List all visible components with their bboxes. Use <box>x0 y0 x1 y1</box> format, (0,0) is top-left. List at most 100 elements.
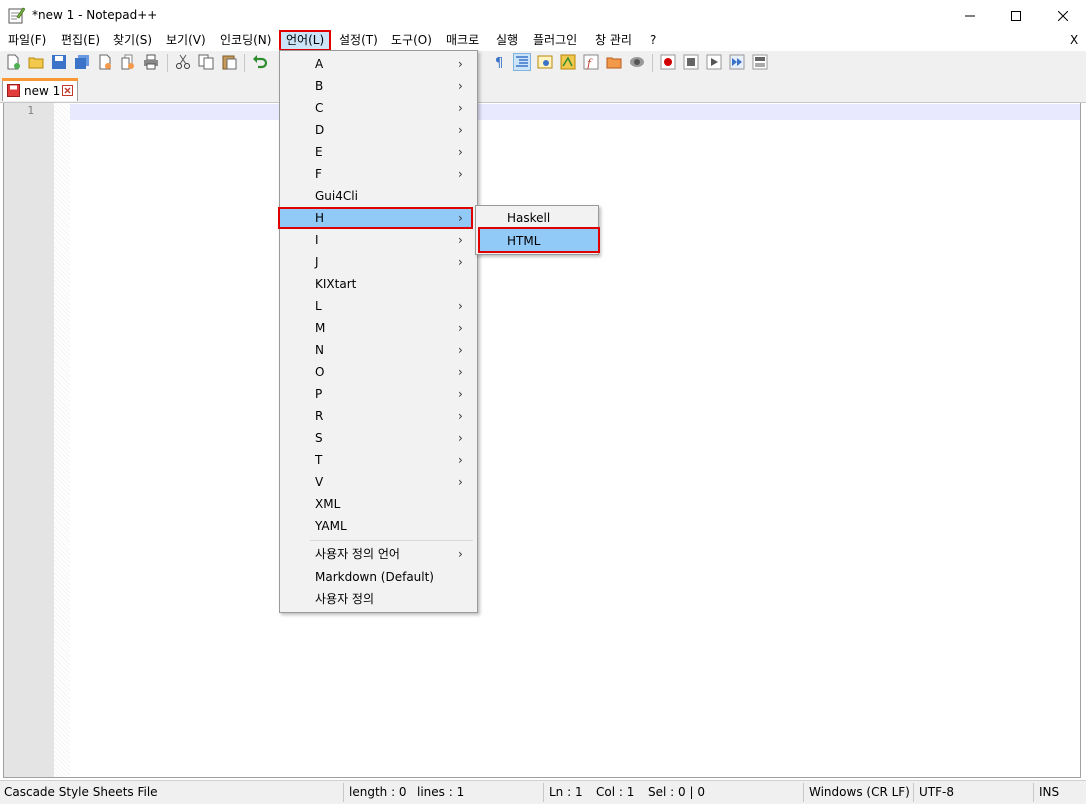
submenu-arrow-icon: › <box>458 387 463 401</box>
toolbar: ¶ f <box>0 51 1086 75</box>
paste-icon[interactable] <box>221 54 237 70</box>
menu-item-i[interactable]: I › <box>282 229 475 251</box>
user-defined-dialog-icon[interactable] <box>537 54 553 70</box>
menu-item-r[interactable]: R › <box>282 405 475 427</box>
menu-file[interactable]: 파일(F) <box>8 31 46 50</box>
menu-item-b[interactable]: B › <box>282 75 475 97</box>
status-length: length : 0 <box>349 785 407 799</box>
close-icon <box>1058 10 1068 21</box>
tab-close-icon[interactable] <box>62 85 73 96</box>
status-selection: Sel : 0 | 0 <box>648 785 705 799</box>
menu-item-s[interactable]: S › <box>282 427 475 449</box>
folder-as-workspace-icon[interactable] <box>606 54 622 70</box>
play-macro-icon[interactable] <box>706 54 722 70</box>
submenu-item-haskell[interactable]: Haskell <box>478 207 596 229</box>
close-document-x[interactable]: X <box>1070 31 1078 50</box>
submenu-arrow-icon: › <box>458 321 463 335</box>
menu-item-m[interactable]: M › <box>282 317 475 339</box>
copy-icon[interactable] <box>198 54 214 70</box>
function-list-icon[interactable]: f <box>583 54 599 70</box>
menu-search[interactable]: 찾기(S) <box>113 31 152 50</box>
submenu-arrow-icon: › <box>458 79 463 93</box>
close-button[interactable] <box>1040 0 1086 31</box>
submenu-arrow-icon: › <box>458 547 463 561</box>
minimize-button[interactable] <box>947 0 993 31</box>
indent-guide-icon[interactable] <box>513 53 531 71</box>
maximize-icon <box>1011 10 1021 21</box>
current-line-highlight <box>70 104 1080 120</box>
line-number-margin: 1 <box>4 103 54 777</box>
submenu-arrow-icon: › <box>458 233 463 247</box>
svg-text:¶: ¶ <box>495 56 503 70</box>
menu-help[interactable]: ? <box>650 31 656 50</box>
status-lines: lines : 1 <box>417 785 465 799</box>
tab-new-1[interactable]: new 1 <box>2 78 78 101</box>
menu-item-d[interactable]: D › <box>282 119 475 141</box>
cut-icon[interactable] <box>175 54 191 70</box>
menu-item-user-defined-language[interactable]: 사용자 정의 언어 › <box>282 543 475 565</box>
open-file-icon[interactable] <box>28 54 44 70</box>
save-all-icon[interactable] <box>74 54 90 70</box>
menu-view[interactable]: 보기(V) <box>166 31 206 50</box>
fold-margin <box>54 103 70 777</box>
menu-item-e[interactable]: E › <box>282 141 475 163</box>
status-insert-mode: INS <box>1039 785 1060 799</box>
menu-item-f[interactable]: F › <box>282 163 475 185</box>
submenu-arrow-icon: › <box>458 101 463 115</box>
h-submenu: Haskell HTML <box>475 205 600 255</box>
close-file-icon[interactable] <box>97 54 113 70</box>
monitoring-icon[interactable] <box>629 54 645 70</box>
menu-edit[interactable]: 편집(E) <box>61 31 100 50</box>
show-all-characters-icon[interactable]: ¶ <box>492 54 508 70</box>
document-map-icon[interactable] <box>560 54 576 70</box>
menu-item-t[interactable]: T › <box>282 449 475 471</box>
maximize-button[interactable] <box>993 0 1039 31</box>
menu-macro[interactable]: 매크로 <box>446 31 479 50</box>
submenu-arrow-icon: › <box>458 365 463 379</box>
menu-plugins[interactable]: 플러그인 <box>533 31 577 50</box>
menu-run[interactable]: 실행 <box>496 31 518 50</box>
menu-item-c[interactable]: C › <box>282 97 475 119</box>
window-title: *new 1 - Notepad++ <box>32 8 158 22</box>
line-number: 1 <box>27 104 34 117</box>
menu-language[interactable]: 언어(L) <box>279 30 332 51</box>
save-macro-icon[interactable] <box>752 54 768 70</box>
submenu-arrow-icon: › <box>458 431 463 445</box>
language-menu: A › B › C › D › E › F › Gui4Cli H › I › J › KIXtart L › M › N › O ›… <box>278 50 478 613</box>
menu-tools[interactable]: 도구(O) <box>391 31 432 50</box>
menu-window[interactable]: 창 관리 <box>595 31 632 50</box>
status-line: Ln : 1 <box>549 785 583 799</box>
menu-item-p[interactable]: P › <box>282 383 475 405</box>
stop-macro-icon[interactable] <box>683 54 699 70</box>
menu-item-kixtart[interactable]: KIXtart <box>282 273 475 295</box>
menu-item-xml[interactable]: XML <box>282 493 475 515</box>
record-macro-icon[interactable] <box>660 54 676 70</box>
menu-item-n[interactable]: N › <box>282 339 475 361</box>
undo-icon[interactable] <box>252 54 268 70</box>
menu-bar: 파일(F) 편집(E) 찾기(S) 보기(V) 인코딩(N) 언어(L) 설정(… <box>0 30 1086 51</box>
status-file-type: Cascade Style Sheets File <box>4 785 158 799</box>
menu-item-j[interactable]: J › <box>282 251 475 273</box>
new-file-icon[interactable] <box>5 54 21 70</box>
menu-settings[interactable]: 설정(T) <box>339 31 378 50</box>
submenu-item-html[interactable]: HTML <box>478 227 600 253</box>
menu-item-gui4cli[interactable]: Gui4Cli <box>282 185 475 207</box>
menu-item-markdown-default[interactable]: Markdown (Default) <box>282 566 475 588</box>
status-eol: Windows (CR LF) <box>809 785 910 799</box>
submenu-arrow-icon: › <box>458 475 463 489</box>
menu-encoding[interactable]: 인코딩(N) <box>220 31 271 50</box>
submenu-arrow-icon: › <box>458 255 463 269</box>
run-macro-multiple-icon[interactable] <box>729 54 745 70</box>
print-icon[interactable] <box>143 54 159 70</box>
menu-item-yaml[interactable]: YAML <box>282 515 475 537</box>
menu-item-a[interactable]: A › <box>282 53 475 75</box>
title-bar: *new 1 - Notepad++ <box>0 0 1086 31</box>
menu-item-l[interactable]: L › <box>282 295 475 317</box>
submenu-arrow-icon: › <box>458 211 463 225</box>
menu-item-user-defined[interactable]: 사용자 정의 <box>282 588 475 610</box>
menu-item-h[interactable]: H › <box>278 207 473 229</box>
menu-item-o[interactable]: O › <box>282 361 475 383</box>
menu-item-v[interactable]: V › <box>282 471 475 493</box>
save-icon[interactable] <box>51 54 67 70</box>
close-all-icon[interactable] <box>120 54 136 70</box>
